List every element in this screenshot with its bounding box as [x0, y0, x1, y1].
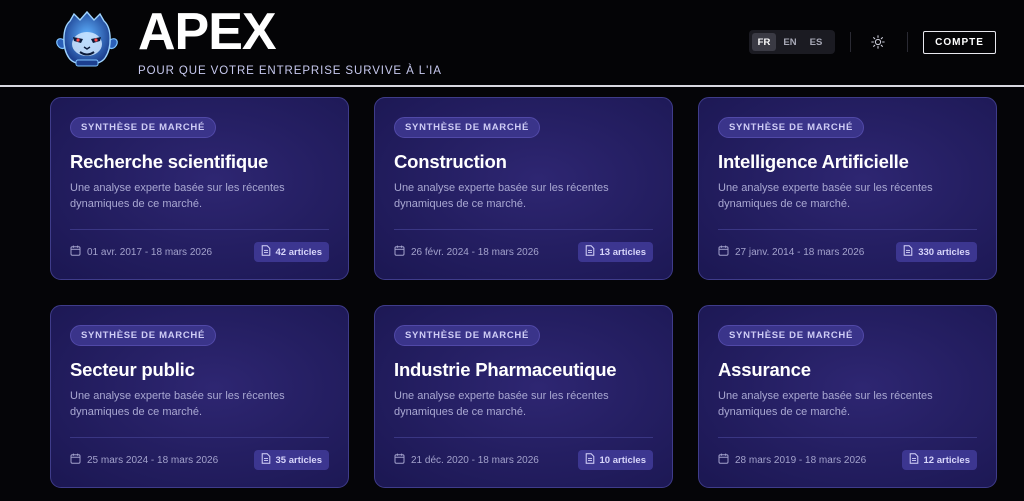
- divider: [850, 32, 851, 52]
- date-range: 27 janv. 2014 - 18 mars 2026: [718, 245, 864, 259]
- category-tag: SYNTHÈSE DE MARCHÉ: [394, 117, 540, 138]
- article-count-badge: 42 articles: [253, 242, 329, 262]
- card-title: Industrie Pharmaceutique: [394, 359, 617, 380]
- account-button[interactable]: COMPTE: [923, 31, 996, 54]
- monkey-mascot-icon[interactable]: [50, 10, 124, 72]
- article-count: 12 articles: [923, 454, 970, 466]
- document-icon: [909, 453, 919, 467]
- brand-title[interactable]: APEX: [138, 4, 277, 60]
- card-divider: [394, 437, 653, 438]
- calendar-icon: [70, 245, 81, 259]
- market-card[interactable]: SYNTHÈSE DE MARCHÉ Intelligence Artifici…: [698, 97, 997, 280]
- calendar-icon: [394, 245, 405, 259]
- lang-es-button[interactable]: ES: [804, 33, 828, 51]
- card-divider: [718, 229, 977, 230]
- card-title: Secteur public: [70, 359, 195, 380]
- category-tag: SYNTHÈSE DE MARCHÉ: [718, 325, 864, 346]
- article-count: 13 articles: [599, 246, 646, 258]
- card-divider: [70, 437, 329, 438]
- card-divider: [70, 229, 329, 230]
- calendar-icon: [394, 453, 405, 467]
- market-card[interactable]: SYNTHÈSE DE MARCHÉ Assurance Une analyse…: [698, 305, 997, 488]
- article-count-badge: 10 articles: [577, 450, 653, 470]
- card-title: Recherche scientifique: [70, 151, 269, 172]
- calendar-icon: [718, 245, 729, 259]
- date-range-text: 21 déc. 2020 - 18 mars 2026: [411, 454, 539, 466]
- card-title: Intelligence Artificielle: [718, 151, 909, 172]
- article-count-badge: 330 articles: [896, 242, 977, 262]
- date-range-text: 28 mars 2019 - 18 mars 2026: [735, 454, 867, 466]
- date-range: 21 déc. 2020 - 18 mars 2026: [394, 453, 539, 467]
- site-header: APEX POUR QUE VOTRE ENTREPRISE SURVIVE À…: [0, 0, 1024, 86]
- article-count-badge: 35 articles: [253, 450, 329, 470]
- date-range-text: 26 févr. 2024 - 18 mars 2026: [411, 246, 539, 258]
- card-description: Une analyse experte basée sur les récent…: [718, 182, 933, 210]
- document-icon: [903, 245, 913, 259]
- calendar-icon: [70, 453, 81, 467]
- card-title: Assurance: [718, 359, 811, 380]
- document-icon: [585, 245, 595, 259]
- market-card[interactable]: SYNTHÈSE DE MARCHÉ Industrie Pharmaceuti…: [374, 305, 673, 488]
- date-range: 01 avr. 2017 - 18 mars 2026: [70, 245, 212, 259]
- date-range-text: 01 avr. 2017 - 18 mars 2026: [87, 246, 213, 258]
- article-count: 330 articles: [918, 246, 970, 258]
- card-description: Une analyse experte basée sur les récent…: [394, 182, 609, 210]
- article-count: 35 articles: [275, 454, 322, 466]
- date-range: 26 févr. 2024 - 18 mars 2026: [394, 245, 539, 259]
- document-icon: [585, 453, 595, 467]
- sun-icon[interactable]: [869, 33, 887, 51]
- card-description: Une analyse experte basée sur les récent…: [70, 182, 285, 210]
- date-range: 28 mars 2019 - 18 mars 2026: [718, 453, 866, 467]
- date-range-text: 25 mars 2024 - 18 mars 2026: [87, 454, 219, 466]
- card-description: Une analyse experte basée sur les récent…: [718, 390, 933, 418]
- category-tag: SYNTHÈSE DE MARCHÉ: [70, 117, 216, 138]
- market-card[interactable]: SYNTHÈSE DE MARCHÉ Secteur public Une an…: [50, 305, 349, 488]
- document-icon: [261, 245, 271, 259]
- article-count: 42 articles: [275, 246, 322, 258]
- lang-en-button[interactable]: EN: [778, 33, 802, 51]
- article-count-badge: 13 articles: [577, 242, 653, 262]
- divider: [907, 32, 908, 52]
- lang-fr-button[interactable]: FR: [752, 33, 776, 51]
- card-divider: [718, 437, 977, 438]
- category-tag: SYNTHÈSE DE MARCHÉ: [70, 325, 216, 346]
- card-divider: [394, 229, 653, 230]
- card-description: Une analyse experte basée sur les récent…: [70, 390, 285, 418]
- market-card[interactable]: SYNTHÈSE DE MARCHÉ Recherche scientifiqu…: [50, 97, 349, 280]
- date-range: 25 mars 2024 - 18 mars 2026: [70, 453, 218, 467]
- article-count: 10 articles: [599, 454, 646, 466]
- category-tag: SYNTHÈSE DE MARCHÉ: [718, 117, 864, 138]
- category-tag: SYNTHÈSE DE MARCHÉ: [394, 325, 540, 346]
- header-divider: [0, 85, 1024, 87]
- date-range-text: 27 janv. 2014 - 18 mars 2026: [735, 246, 865, 258]
- calendar-icon: [718, 453, 729, 467]
- language-switcher: FR EN ES: [749, 30, 835, 54]
- document-icon: [261, 453, 271, 467]
- tagline: POUR QUE VOTRE ENTREPRISE SURVIVE À L'IA: [138, 65, 442, 77]
- card-description: Une analyse experte basée sur les récent…: [394, 390, 609, 418]
- card-title: Construction: [394, 151, 507, 172]
- article-count-badge: 12 articles: [901, 450, 977, 470]
- market-card[interactable]: SYNTHÈSE DE MARCHÉ Construction Une anal…: [374, 97, 673, 280]
